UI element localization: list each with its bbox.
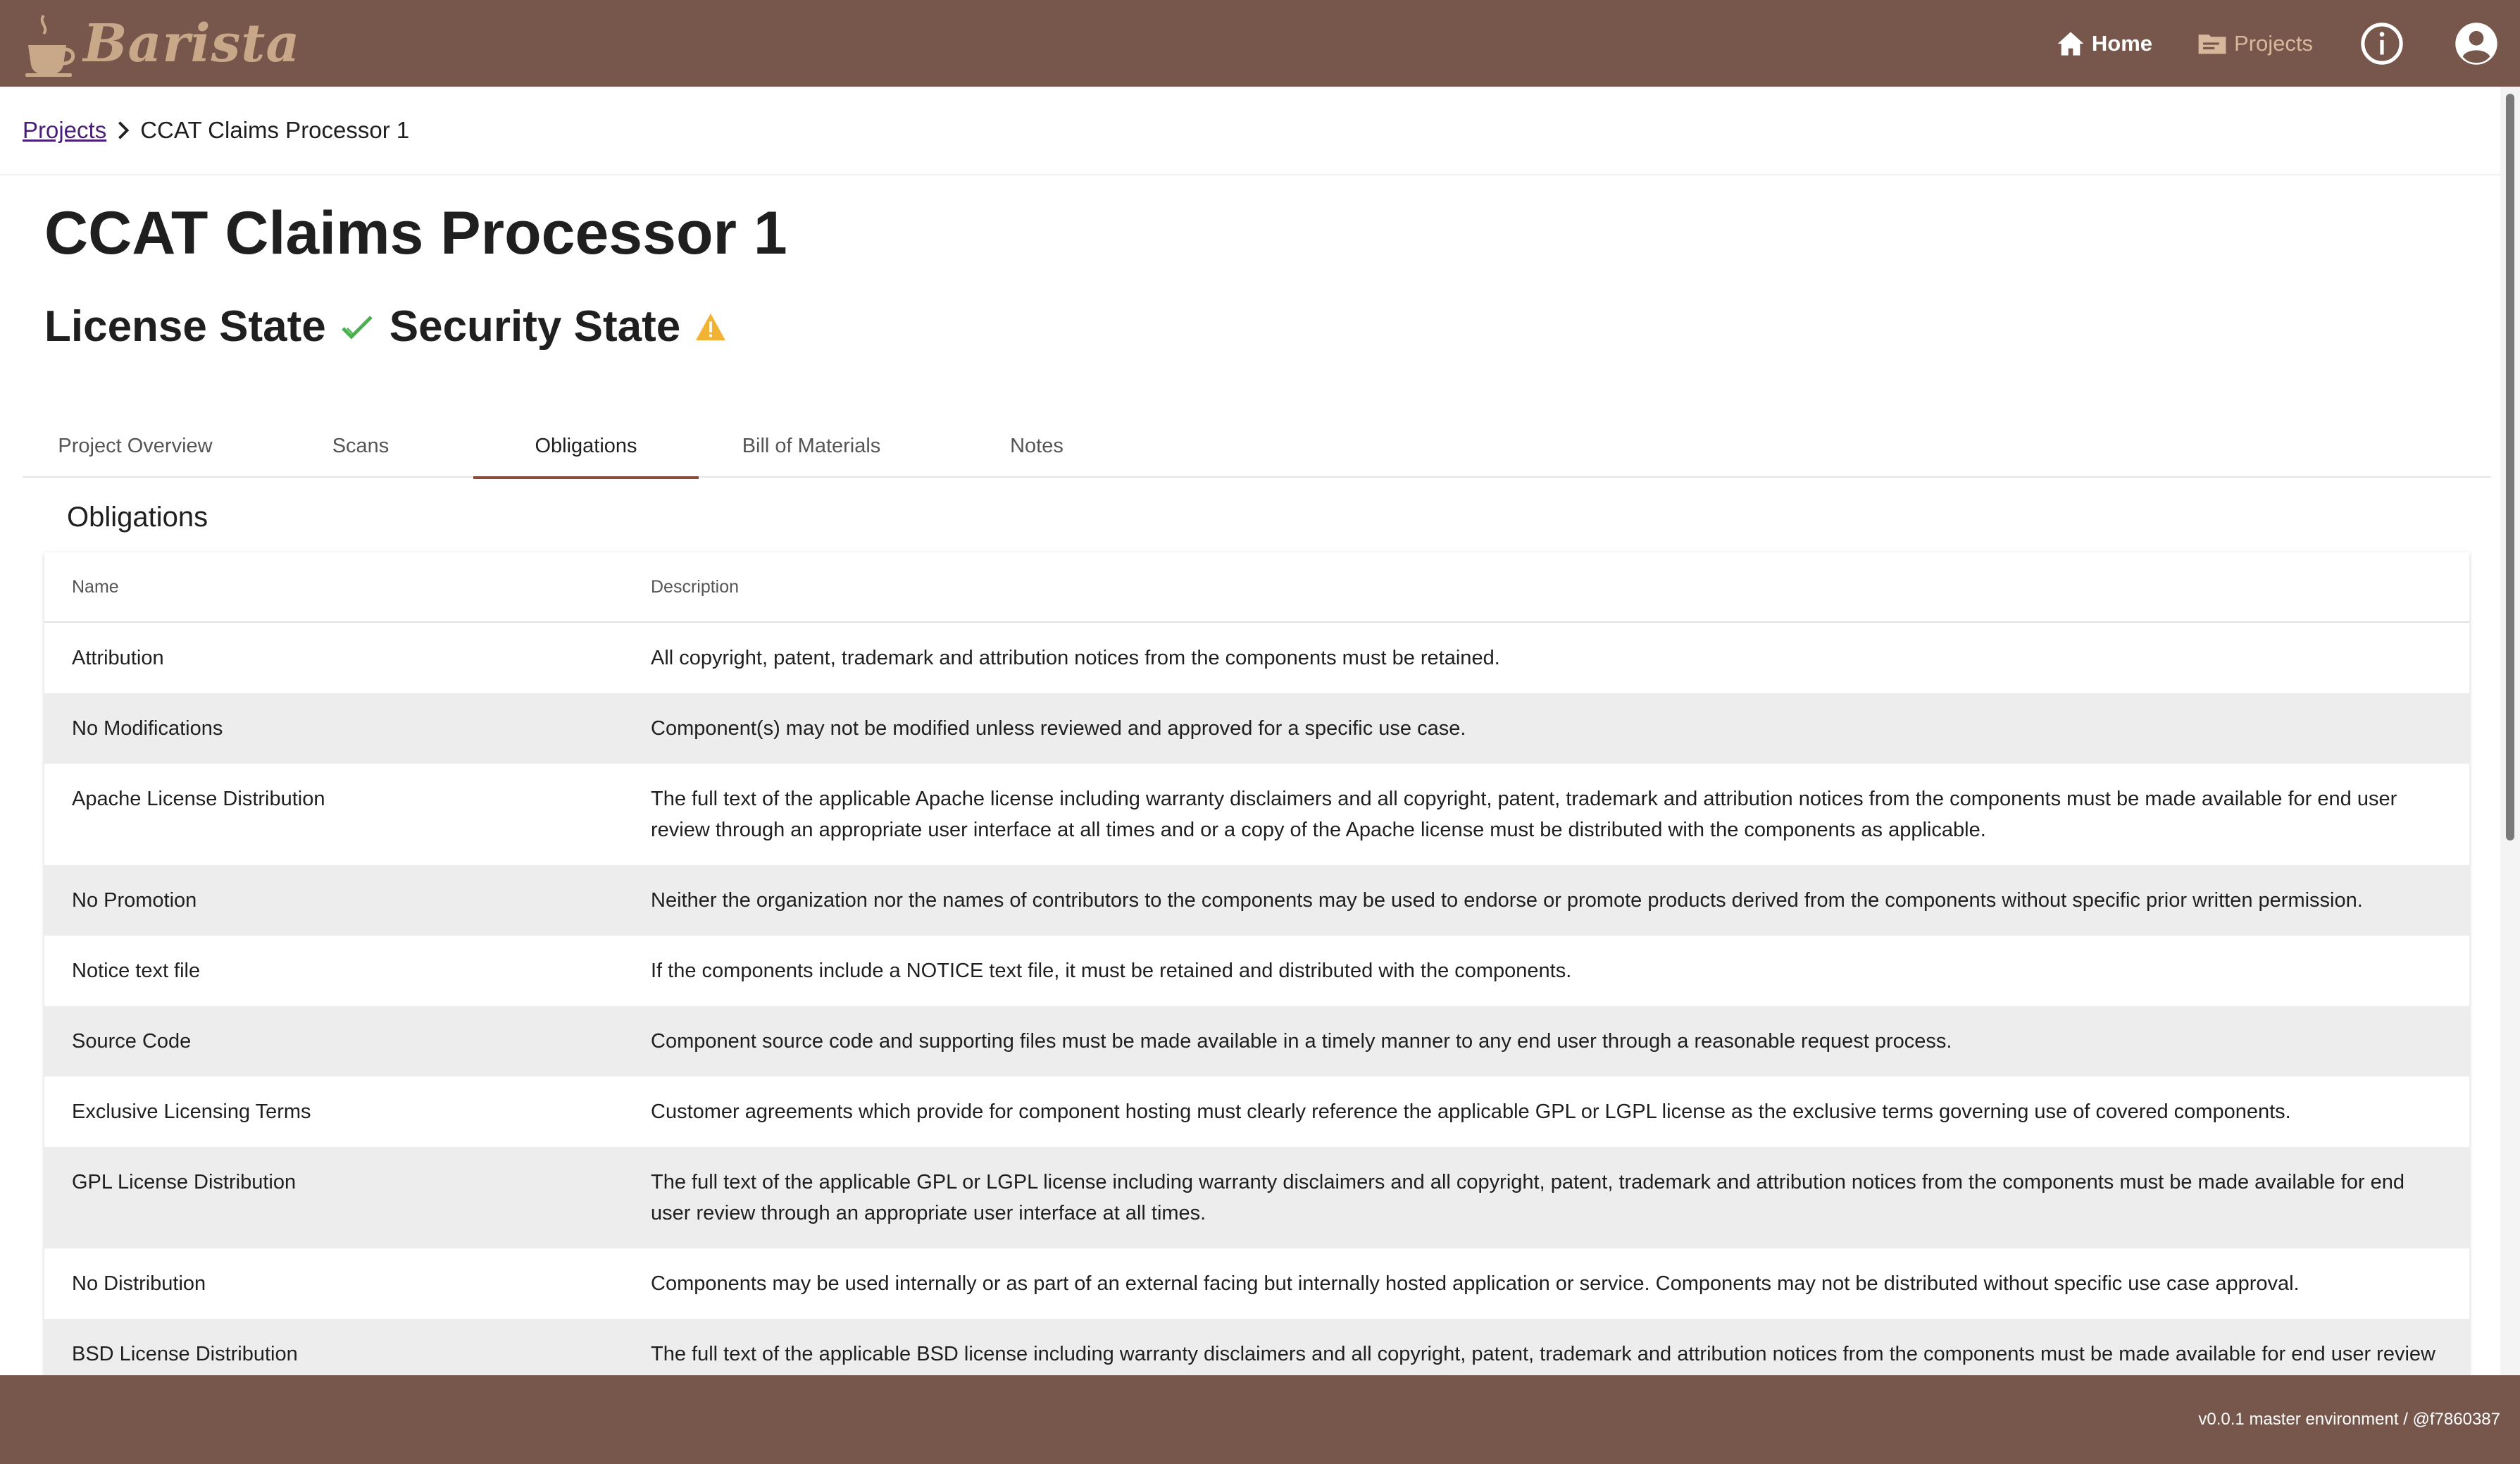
- page-scrollbar[interactable]: [2500, 87, 2520, 1375]
- security-state-label: Security State: [389, 302, 681, 351]
- obligation-name: BSD License Distribution: [72, 1343, 298, 1365]
- obligation-name: Attribution: [72, 647, 164, 669]
- table-body: Attribution All copyright, patent, trade…: [44, 623, 2469, 1377]
- nav-home-label: Home: [2091, 30, 2153, 56]
- tab-notes[interactable]: Notes: [924, 414, 1149, 478]
- obligation-description: Customer agreements which provide for co…: [651, 1100, 2291, 1123]
- account-icon: [2455, 22, 2497, 65]
- table-row[interactable]: Source Code Component source code and su…: [44, 1006, 2469, 1077]
- column-header-description[interactable]: Description: [651, 577, 2469, 597]
- obligation-description: Neither the organization nor the names o…: [651, 889, 2363, 912]
- tab-bill-of-materials[interactable]: Bill of Materials: [699, 414, 924, 478]
- obligation-name: Apache License Distribution: [72, 788, 325, 810]
- obligation-name: GPL License Distribution: [72, 1171, 297, 1193]
- app-footer: v0.0.1 master environment / @f7860387: [0, 1375, 2520, 1464]
- obligation-description: Component(s) may not be modified unless …: [651, 717, 1466, 740]
- top-nav: Home Projects: [2057, 0, 2499, 87]
- section-title: Obligations: [67, 502, 208, 533]
- obligation-name: Notice text file: [72, 960, 201, 982]
- obligation-description: Component source code and supporting fil…: [651, 1030, 1952, 1053]
- table-row[interactable]: No Modifications Component(s) may not be…: [44, 693, 2469, 764]
- app-logo[interactable]: Barista: [23, 0, 300, 87]
- obligation-name: No Distribution: [72, 1272, 206, 1295]
- info-button[interactable]: [2359, 21, 2404, 66]
- obligation-description: Components may be used internally or as …: [651, 1272, 2300, 1295]
- table-header: Name Description: [44, 552, 2469, 623]
- nav-home[interactable]: Home: [2057, 30, 2152, 57]
- obligation-description: The full text of the applicable BSD lice…: [651, 1343, 2435, 1365]
- license-state-label: License State: [44, 302, 326, 351]
- app-name: Barista: [83, 13, 301, 74]
- breadcrumb: Projects CCAT Claims Processor 1: [0, 87, 2500, 175]
- obligation-name: Exclusive Licensing Terms: [72, 1100, 311, 1123]
- obligation-description: The full text of the applicable GPL or L…: [651, 1171, 2404, 1224]
- table-row[interactable]: Exclusive Licensing Terms Customer agree…: [44, 1077, 2469, 1147]
- home-icon: [2057, 31, 2084, 56]
- version-info: v0.0.1 master environment / @f7860387: [2198, 1410, 2500, 1429]
- scrollbar-thumb[interactable]: [2506, 94, 2514, 840]
- folder-icon: [2198, 34, 2226, 54]
- info-icon: [2361, 22, 2403, 65]
- obligation-name: No Modifications: [72, 717, 223, 740]
- obligation-description: All copyright, patent, trademark and att…: [651, 647, 1500, 669]
- obligation-name: No Promotion: [72, 889, 197, 912]
- app-header: Barista Home Projects: [0, 0, 2520, 87]
- page-title: CCAT Claims Processor 1: [44, 199, 787, 267]
- obligation-description: If the components include a NOTICE text …: [651, 960, 1572, 982]
- check-icon: [341, 315, 373, 340]
- breadcrumb-projects-link[interactable]: Projects: [23, 117, 106, 144]
- coffee-cup-icon: [25, 14, 75, 77]
- table-row[interactable]: Apache License Distribution The full tex…: [44, 764, 2469, 865]
- obligation-name: Source Code: [72, 1030, 192, 1053]
- nav-projects[interactable]: Projects: [2197, 31, 2313, 56]
- table-row[interactable]: Notice text file If the components inclu…: [44, 936, 2469, 1006]
- breadcrumb-current: CCAT Claims Processor 1: [140, 117, 410, 143]
- chevron-right-icon: [116, 120, 130, 141]
- tab-scans[interactable]: Scans: [248, 414, 473, 478]
- table-row[interactable]: Attribution All copyright, patent, trade…: [44, 623, 2469, 693]
- tab-obligations[interactable]: Obligations: [473, 414, 699, 479]
- nav-projects-label: Projects: [2234, 30, 2313, 56]
- table-row[interactable]: GPL License Distribution The full text o…: [44, 1147, 2469, 1248]
- table-row[interactable]: No Distribution Components may be used i…: [44, 1248, 2469, 1319]
- column-header-name[interactable]: Name: [44, 577, 651, 597]
- tab-project-overview[interactable]: Project Overview: [23, 414, 248, 478]
- project-tabs: Project Overview Scans Obligations Bill …: [23, 414, 2491, 479]
- warning-icon: [696, 313, 726, 340]
- obligations-table: Name Description Attribution All copyrig…: [44, 552, 2469, 1377]
- table-row[interactable]: BSD License Distribution The full text o…: [44, 1319, 2469, 1377]
- project-states: License State Security State: [44, 302, 742, 352]
- obligation-description: The full text of the applicable Apache l…: [651, 788, 2397, 841]
- table-row[interactable]: No Promotion Neither the organization no…: [44, 865, 2469, 936]
- account-button[interactable]: [2454, 21, 2499, 66]
